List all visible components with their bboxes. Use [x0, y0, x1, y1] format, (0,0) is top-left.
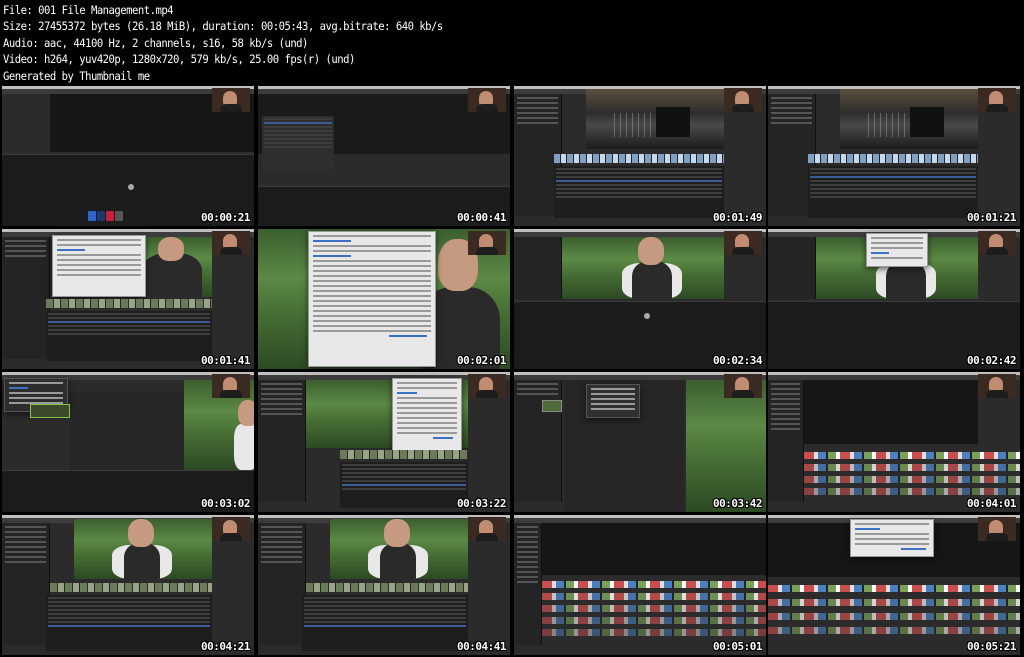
thumbnail: 00:00:21: [2, 86, 254, 226]
video-info-line: Video: h264, yuv420p, 1280x720, 579 kb/s…: [3, 52, 355, 67]
timestamp: 00:04:41: [457, 640, 506, 653]
thumbnail: 00:01:21: [768, 86, 1020, 226]
webcam-overlay: [724, 374, 762, 398]
thumbnail-grid: 00:00:21 00:00:41 00:01:49 00:01:21 00:0…: [2, 86, 1022, 656]
thumbnail: 00:02:34: [514, 229, 766, 369]
timestamp: 00:03:02: [201, 497, 250, 510]
timestamp: 00:00:41: [457, 211, 506, 224]
timestamp: 00:04:01: [967, 497, 1016, 510]
thumbnail: 00:03:42: [514, 372, 766, 512]
import-options-dialog: [392, 378, 462, 454]
thumbnail: 00:04:41: [258, 515, 510, 655]
thumbnail: 00:04:21: [2, 515, 254, 655]
webcam-overlay: [978, 374, 1016, 398]
timestamp: 00:03:22: [457, 497, 506, 510]
thumbnail: 00:00:41: [258, 86, 510, 226]
timestamp: 00:02:42: [967, 354, 1016, 367]
file-size-line: Size: 27455372 bytes (26.18 MiB), durati…: [3, 19, 443, 34]
webcam-overlay: [724, 231, 762, 255]
thumbnail: 00:02:42: [768, 229, 1020, 369]
timestamp: 00:02:34: [713, 354, 762, 367]
timestamp: 00:02:01: [457, 354, 506, 367]
webcam-overlay: [978, 517, 1016, 541]
webcam-overlay: [468, 88, 506, 112]
webcam-overlay: [212, 374, 250, 398]
webcam-overlay: [468, 231, 506, 255]
file-name-line: File: 001 File Management.mp4: [3, 3, 174, 17]
thumbnail: 00:01:41: [2, 229, 254, 369]
webcam-overlay: [212, 88, 250, 112]
media-import-dialog: [308, 231, 436, 367]
thumbnail: 00:05:01: [514, 515, 766, 655]
thumbnail: 00:03:22: [258, 372, 510, 512]
webcam-overlay: [978, 88, 1016, 112]
timestamp: 00:01:49: [713, 211, 762, 224]
timestamp: 00:04:21: [201, 640, 250, 653]
audio-info-line: Audio: aac, 44100 Hz, 2 channels, s16, 5…: [3, 35, 308, 50]
webcam-overlay: [978, 231, 1016, 255]
timestamp: 00:05:01: [713, 640, 762, 653]
file-info-header: File: 001 File Management.mp4 Size: 2745…: [0, 0, 1024, 86]
timestamp: 00:01:21: [967, 211, 1016, 224]
webcam-overlay: [212, 517, 250, 541]
timestamp: 00:01:41: [201, 354, 250, 367]
thumbnail: 00:04:01: [768, 372, 1020, 512]
dock: [88, 211, 123, 221]
webcam-overlay: [468, 374, 506, 398]
thumbnail: 00:05:21: [768, 515, 1020, 655]
generator-line: Generated by Thumbnail me: [3, 68, 150, 83]
timestamp: 00:05:21: [967, 640, 1016, 653]
timestamp: 00:00:21: [201, 211, 250, 224]
thumbnail: 00:02:01: [258, 229, 510, 369]
timestamp: 00:03:42: [713, 497, 762, 510]
thumbnail: 00:03:02: [2, 372, 254, 512]
webcam-overlay: [724, 88, 762, 112]
webcam-overlay: [212, 231, 250, 255]
thumbnail: 00:01:49: [514, 86, 766, 226]
webcam-overlay: [468, 517, 506, 541]
